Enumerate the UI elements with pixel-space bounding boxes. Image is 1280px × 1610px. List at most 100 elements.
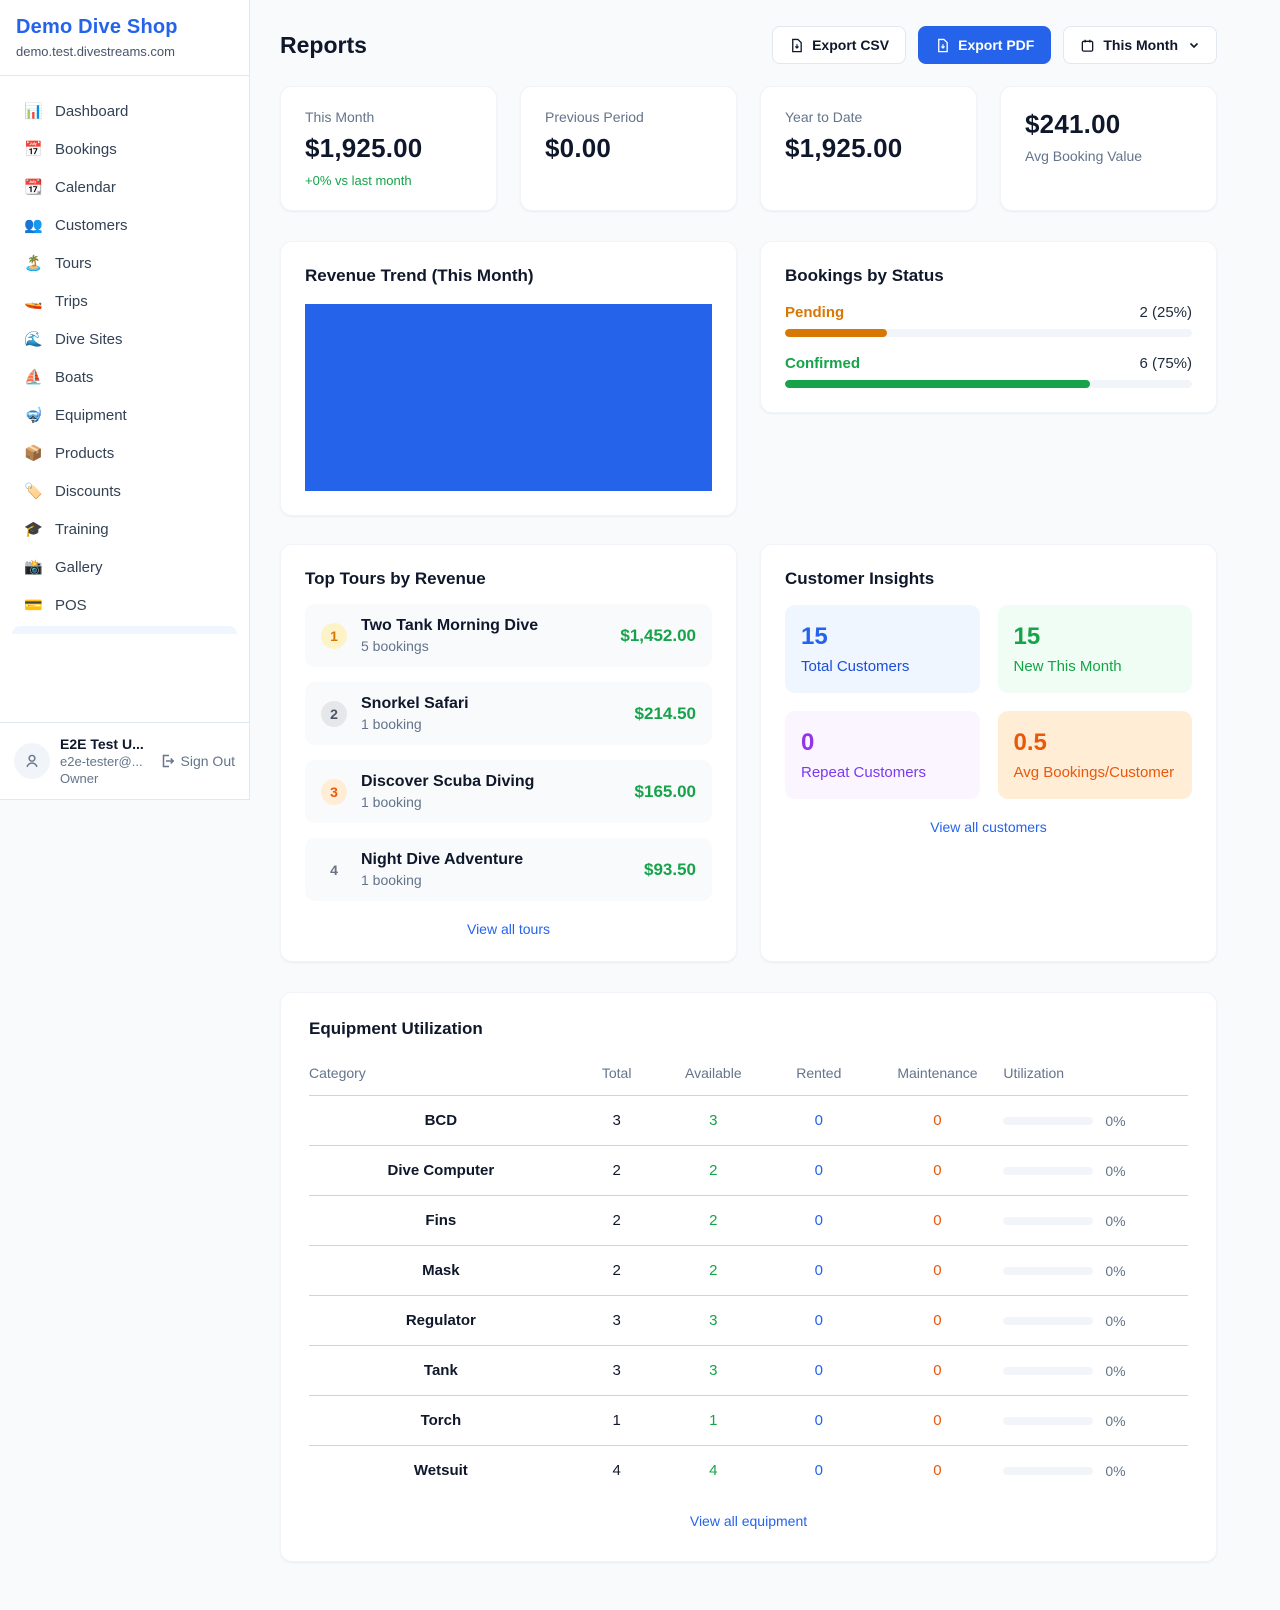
stats-row: This Month $1,925.00 +0% vs last month P…: [280, 86, 1217, 211]
utilization-percent: 0%: [1105, 1463, 1125, 1479]
tile-label: Total Customers: [801, 658, 964, 675]
cell-utilization: 0%: [1003, 1296, 1188, 1346]
stat-label: Previous Period: [545, 109, 712, 125]
cell-available: 1: [661, 1396, 766, 1446]
cell-category: Regulator: [309, 1296, 573, 1346]
insights-grid: 15 Total Customers 15 New This Month 0 R…: [785, 605, 1192, 799]
sidebar-item-calendar[interactable]: 📆 Calendar: [12, 168, 237, 206]
user-name: E2E Test U...: [60, 736, 144, 752]
sidebar-item-training[interactable]: 🎓 Training: [12, 510, 237, 548]
rank-badge: 2: [321, 701, 347, 727]
cell-utilization: 0%: [1003, 1146, 1188, 1196]
export-csv-button[interactable]: Export CSV: [772, 26, 906, 64]
tour-row: 1 Two Tank Morning Dive 5 bookings $1,45…: [305, 604, 712, 667]
bookings-by-status-card: Bookings by Status Pending 2 (25%) Confi…: [760, 241, 1217, 413]
cell-utilization: 0%: [1003, 1096, 1188, 1146]
table-row: Mask 2 2 0 0 0%: [309, 1246, 1188, 1296]
sidebar-item-trips[interactable]: 🚤 Trips: [12, 282, 237, 320]
utilization-percent: 0%: [1105, 1363, 1125, 1379]
sidebar-item-discounts[interactable]: 🏷️ Discounts: [12, 472, 237, 510]
insights-row: Top Tours by Revenue 1 Two Tank Morning …: [280, 544, 1217, 962]
sign-out-icon: [159, 753, 175, 769]
sign-out-button[interactable]: Sign Out: [159, 753, 235, 769]
cell-rented: 0: [766, 1446, 871, 1496]
credit-card-icon: 💳: [24, 596, 42, 614]
cell-maintenance: 0: [872, 1446, 1004, 1496]
top-tours-title: Top Tours by Revenue: [305, 569, 712, 589]
tile-label: Repeat Customers: [801, 764, 964, 781]
sidebar-item-dive-sites[interactable]: 🌊 Dive Sites: [12, 320, 237, 358]
cell-rented: 0: [766, 1196, 871, 1246]
page-header: Reports Export CSV Export PDF This Month: [280, 26, 1217, 64]
sidebar-item-bookings[interactable]: 📅 Bookings: [12, 130, 237, 168]
rank-badge: 1: [321, 623, 347, 649]
file-download-icon: [789, 38, 804, 53]
col-header-available: Available: [661, 1053, 766, 1096]
utilization-percent: 0%: [1105, 1313, 1125, 1329]
stat-card-previous-period: Previous Period $0.00: [520, 86, 737, 211]
bookings-by-status-title: Bookings by Status: [785, 266, 1192, 286]
cell-category: BCD: [309, 1096, 573, 1146]
utilization-bar-track: [1003, 1217, 1093, 1225]
user-section: E2E Test U... e2e-tester@... Owner Sign …: [0, 722, 249, 799]
user-role: Owner: [60, 771, 144, 786]
utilization-percent: 0%: [1105, 1113, 1125, 1129]
sidebar-item-boats[interactable]: ⛵ Boats: [12, 358, 237, 396]
sailboat-icon: ⛵: [24, 368, 42, 386]
col-header-total: Total: [573, 1053, 661, 1096]
top-tours-card: Top Tours by Revenue 1 Two Tank Morning …: [280, 544, 737, 962]
utilization-percent: 0%: [1105, 1413, 1125, 1429]
stat-value: $0.00: [545, 133, 712, 164]
cell-category: Wetsuit: [309, 1446, 573, 1496]
calendar-icon: [1080, 38, 1095, 53]
sidebar-item-label: Dive Sites: [55, 331, 123, 348]
customers-icon: 👥: [24, 216, 42, 234]
utilization-bar-track: [1003, 1367, 1093, 1375]
graduation-cap-icon: 🎓: [24, 520, 42, 538]
cell-available: 2: [661, 1196, 766, 1246]
calendar-icon: 📆: [24, 178, 42, 196]
tag-icon: 🏷️: [24, 482, 42, 500]
status-row-confirmed: Confirmed 6 (75%): [785, 355, 1192, 388]
cell-total: 2: [573, 1196, 661, 1246]
cell-maintenance: 0: [872, 1096, 1004, 1146]
stat-card-this-month: This Month $1,925.00 +0% vs last month: [280, 86, 497, 211]
cell-category: Torch: [309, 1396, 573, 1446]
cell-rented: 0: [766, 1096, 871, 1146]
view-all-equipment-link[interactable]: View all equipment: [309, 1513, 1188, 1529]
cell-total: 3: [573, 1096, 661, 1146]
sidebar-item-gallery[interactable]: 📸 Gallery: [12, 548, 237, 586]
sidebar-item-customers[interactable]: 👥 Customers: [12, 206, 237, 244]
period-select[interactable]: This Month: [1063, 26, 1217, 64]
wave-icon: 🌊: [24, 330, 42, 348]
customer-insights-title: Customer Insights: [785, 569, 1192, 589]
status-row-pending: Pending 2 (25%): [785, 304, 1192, 337]
table-row: Torch 1 1 0 0 0%: [309, 1396, 1188, 1446]
sidebar-item-products[interactable]: 📦 Products: [12, 434, 237, 472]
cell-category: Mask: [309, 1246, 573, 1296]
status-count: 6 (75%): [1139, 355, 1192, 372]
sidebar-item-tours[interactable]: 🏝️ Tours: [12, 244, 237, 282]
export-csv-label: Export CSV: [812, 37, 889, 53]
sidebar-item-label: Dashboard: [55, 103, 128, 120]
sidebar-item-reports-partial[interactable]: [12, 626, 237, 634]
cell-available: 2: [661, 1246, 766, 1296]
sidebar-item-label: Gallery: [55, 559, 103, 576]
stat-label: Year to Date: [785, 109, 952, 125]
view-all-tours-link[interactable]: View all tours: [305, 921, 712, 937]
status-bar-fill: [785, 329, 887, 337]
tour-name: Two Tank Morning Dive: [361, 617, 538, 635]
tour-row: 2 Snorkel Safari 1 booking $214.50: [305, 682, 712, 745]
export-pdf-button[interactable]: Export PDF: [918, 26, 1051, 64]
status-bar-track: [785, 329, 1192, 337]
view-all-customers-link[interactable]: View all customers: [785, 819, 1192, 835]
shop-domain: demo.test.divestreams.com: [16, 44, 233, 59]
sidebar-item-dashboard[interactable]: 📊 Dashboard: [12, 92, 237, 130]
utilization-bar-track: [1003, 1267, 1093, 1275]
sidebar-item-equipment[interactable]: 🤿 Equipment: [12, 396, 237, 434]
sidebar-item-pos[interactable]: 💳 POS: [12, 586, 237, 624]
sidebar-item-label: Equipment: [55, 407, 127, 424]
export-pdf-label: Export PDF: [958, 37, 1034, 53]
cell-category: Tank: [309, 1346, 573, 1396]
stat-card-avg-booking-value: $241.00 Avg Booking Value: [1000, 86, 1217, 211]
